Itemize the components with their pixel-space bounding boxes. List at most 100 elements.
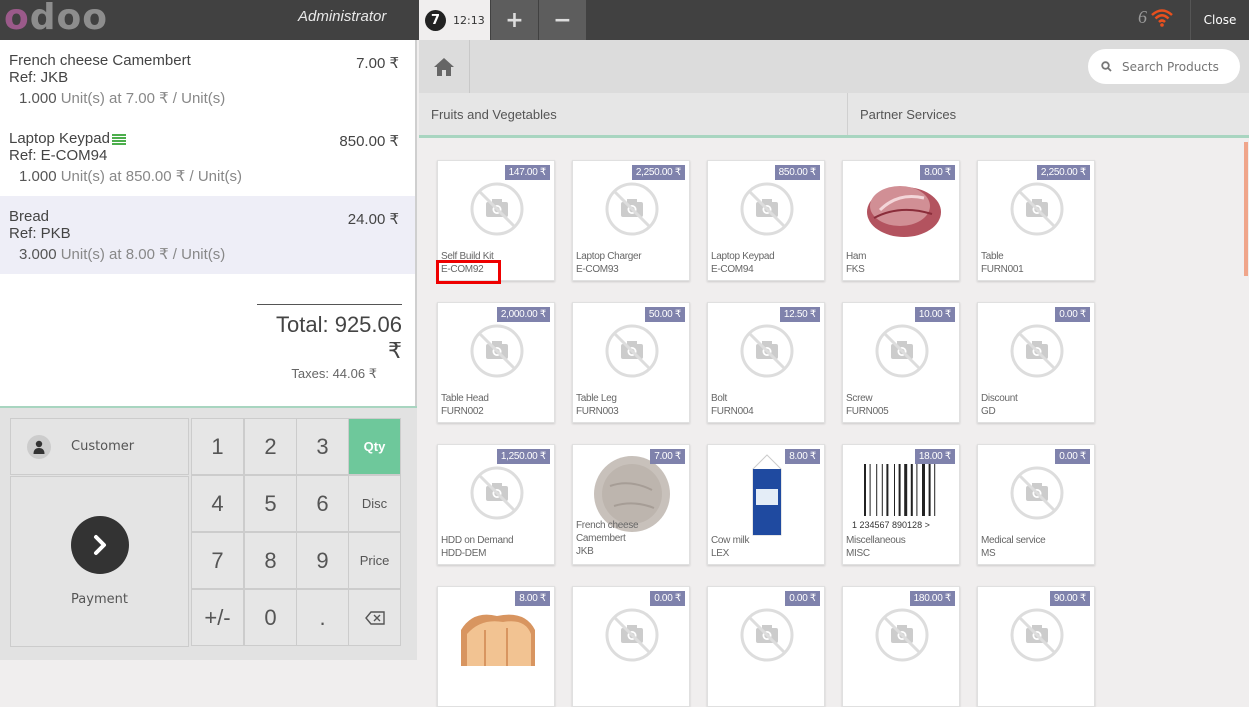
orderline-price: 7.00 ₹ [356,55,399,72]
product-price: 10.00 ₹ [914,307,955,322]
product-name: Laptop Charger E-COM93 [576,251,642,275]
product-card[interactable]: 180.00 ₹ [842,586,960,707]
barcode-number: 1 234567 890128 > [852,520,930,530]
numpad-key-9[interactable]: 9 [296,532,349,589]
product-card[interactable]: 10.00 ₹ Screw FURN005 [842,302,960,423]
product-price: 90.00 ₹ [1049,591,1090,606]
product-card[interactable]: 12.50 ₹ Bolt FURN004 [707,302,825,423]
order-total: Total: 925.06 ₹ [276,312,402,363]
product-price: 8.00 ₹ [785,449,820,464]
product-card[interactable]: 8.00 ₹ [437,586,555,707]
milk-carton-image [752,453,782,535]
customer-button[interactable]: Customer [10,418,189,475]
category-partner-services[interactable]: Partner Services [848,93,1249,135]
no-image-icon [470,324,524,377]
product-card[interactable]: 0.00 ₹ [707,586,825,707]
product-name: HDD on Demand HDD-DEM [441,535,514,559]
product-name: Bolt FURN004 [711,393,754,417]
product-price: 18.00 ₹ [914,449,955,464]
product-name: French cheese Camembert JKB [576,519,648,558]
new-order-button[interactable]: + [491,0,538,40]
product-name: Laptop Keypad E-COM94 [711,251,775,275]
numpad-key-0[interactable]: 0 [244,589,297,646]
delete-order-button[interactable]: − [539,0,586,40]
backspace-icon [364,610,385,625]
product-price: 147.00 ₹ [504,165,550,180]
product-price: 1,250.00 ₹ [496,449,550,464]
product-card[interactable]: 8.00 ₹ Cow milk LEX [707,444,825,565]
numpad-key-qty[interactable]: Qty [348,418,401,475]
numpad-key-2[interactable]: 2 [244,418,297,475]
product-card[interactable]: 90.00 ₹ [977,586,1095,707]
product-card[interactable]: 1,250.00 ₹ HDD on Demand HDD-DEM [437,444,555,565]
product-ref: JKB [576,546,594,557]
no-image-icon [1010,466,1064,519]
product-card[interactable]: 7.00 ₹ French cheese Camembert JKB [572,444,690,565]
numpad-key-6[interactable]: 6 [296,475,349,532]
sync-status[interactable]: 6 [1138,7,1173,28]
product-name: Table Head FURN002 [441,393,489,417]
orderline-info: 1.000 Unit(s) at 7.00 ₹ / Unit(s) [19,90,226,107]
product-price: 0.00 ₹ [1055,449,1090,464]
username[interactable]: Administrator [298,8,386,25]
no-image-icon [605,324,659,377]
product-ref: E-COM94 [711,264,754,275]
search-icon [1101,61,1112,72]
numpad-key-3[interactable]: 3 [296,418,349,475]
product-card[interactable]: 50.00 ₹ Table Leg FURN003 [572,302,690,423]
product-card[interactable]: 0.00 ₹ Medical service MS [977,444,1095,565]
no-image-icon [875,324,929,377]
numpad-key-5[interactable]: 5 [244,475,297,532]
product-price: 8.00 ₹ [515,591,550,606]
numpad-key-dot[interactable]: . [296,589,349,646]
product-price: 180.00 ₹ [909,591,955,606]
numpad-key-8[interactable]: 8 [244,532,297,589]
product-card[interactable]: 2,250.00 ₹ Laptop Charger E-COM93 [572,160,690,281]
numpad-key-4[interactable]: 4 [191,475,244,532]
orderline-price: 24.00 ₹ [347,211,399,228]
numpad-key-disc[interactable]: Disc [348,475,401,532]
product-ref: FURN003 [576,406,619,417]
product-card[interactable]: 8.00 ₹ Ham FKS [842,160,960,281]
product-card[interactable]: 2,250.00 ₹ Table FURN001 [977,160,1095,281]
product-name: Miscellaneous MISC [846,535,906,559]
product-ref: HDD-DEM [441,548,487,559]
product-price: 2,000.00 ₹ [496,307,550,322]
breadcrumb-bar [419,40,1249,93]
product-card[interactable]: 850.00 ₹ Laptop Keypad E-COM94 [707,160,825,281]
product-name: Ham FKS [846,251,867,275]
backspace-button[interactable] [348,589,401,646]
no-image-icon [605,608,659,661]
numpad-key-1[interactable]: 1 [191,418,244,475]
product-card[interactable]: 18.00 ₹ 1 234567 890128 > Miscellaneous MIS… [842,444,960,565]
product-price: 7.00 ₹ [650,449,685,464]
no-image-icon [470,182,524,235]
home-button[interactable] [419,40,470,93]
order-tab[interactable]: 7 12:13 [419,0,490,40]
numpad-key-plusminus[interactable]: +/- [191,589,244,646]
orderline[interactable]: Bread 24.00 ₹ Ref: PKB 3.000 Unit(s) at 8.0… [0,196,415,274]
product-price: 2,250.00 ₹ [631,165,685,180]
product-card[interactable]: 2,000.00 ₹ Table Head FURN002 [437,302,555,423]
product-price: 0.00 ₹ [1055,307,1090,322]
product-name: Table FURN001 [981,251,1024,275]
search-input[interactable] [1122,59,1232,74]
product-name: Screw FURN005 [846,393,889,417]
product-card[interactable]: 0.00 ₹ Discount GD [977,302,1095,423]
no-image-icon [470,466,524,519]
close-button[interactable]: Close [1190,0,1249,40]
numpad-key-7[interactable]: 7 [191,532,244,589]
no-image-icon [875,608,929,661]
numpad-key-price[interactable]: Price [348,532,401,589]
product-card[interactable]: 0.00 ₹ [572,586,690,707]
orderline[interactable]: Laptop Keypad 850.00 ₹ Ref: E-COM94 1.000 U… [0,118,415,196]
order-taxes: Taxes: 44.06 ₹ [291,366,377,381]
scrollbar[interactable] [1244,142,1248,276]
category-fruits-vegetables[interactable]: Fruits and Vegetables [419,93,848,135]
no-image-icon [1010,182,1064,235]
product-name: Discount GD [981,393,1018,417]
payment-button[interactable]: Payment [10,476,189,647]
search-box[interactable] [1088,49,1240,84]
orderline[interactable]: French cheese Camembert 7.00 ₹ Ref: JKB 1.0… [0,40,415,118]
no-image-icon [740,324,794,377]
